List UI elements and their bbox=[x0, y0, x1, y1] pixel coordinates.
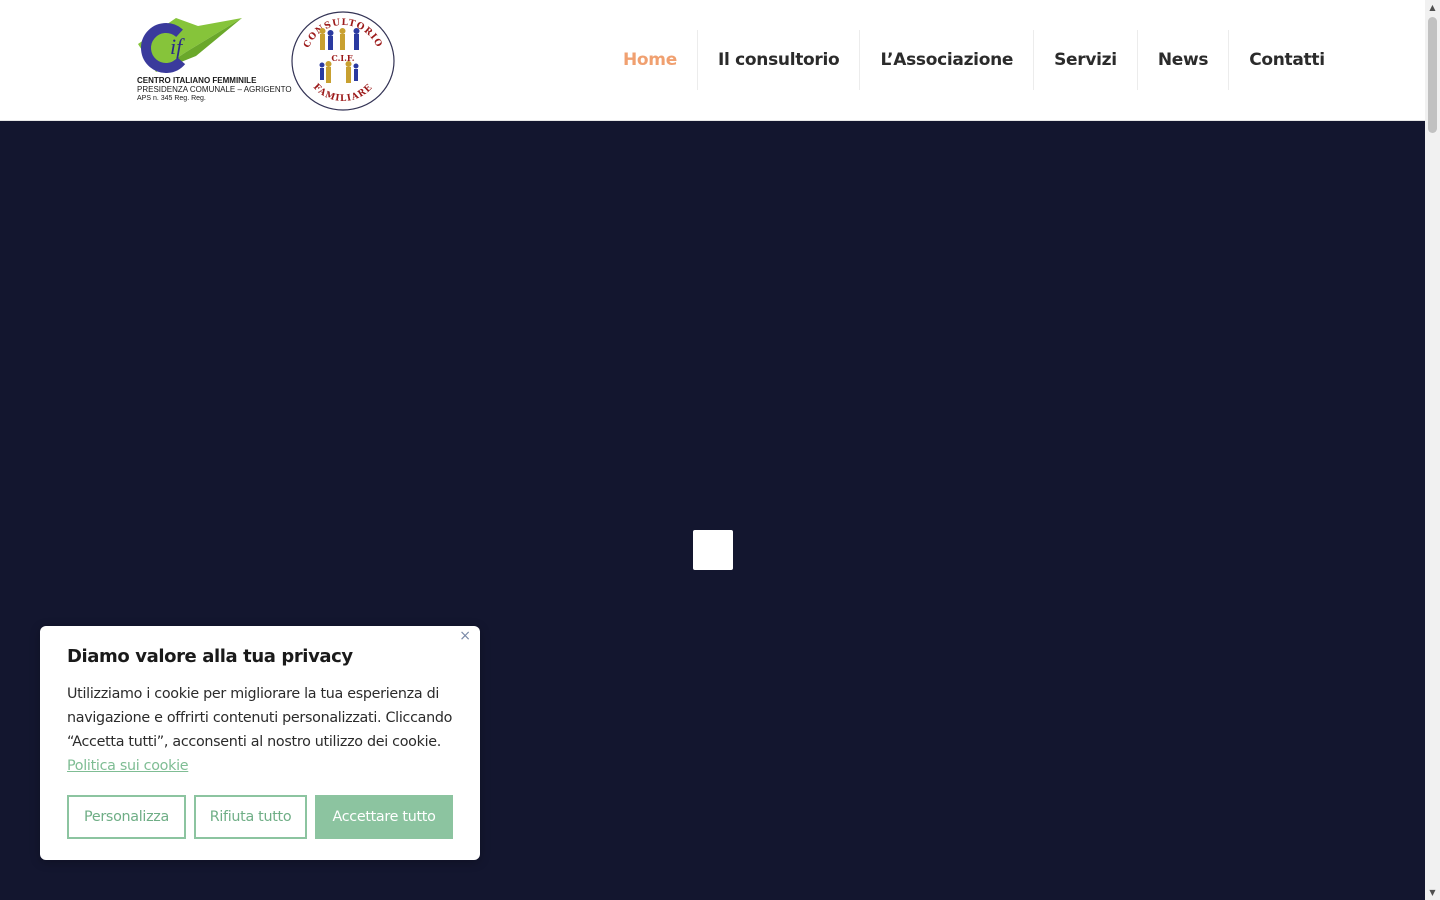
nav-associazione[interactable]: L’Associazione bbox=[860, 30, 1035, 90]
cif-logo-line2: PRESIDENZA COMUNALE – AGRIGENTO bbox=[137, 85, 292, 94]
scroll-down-arrow-icon[interactable]: ▼ bbox=[1425, 885, 1440, 900]
site-header: if CENTRO ITALIANO FEMMINILE PRESIDENZA … bbox=[0, 0, 1425, 121]
cookie-banner-buttons: Personalizza Rifiuta tutto Accettare tut… bbox=[67, 795, 453, 839]
consultorio-middle-text: C.I.F. bbox=[331, 53, 354, 63]
reject-all-button[interactable]: Rifiuta tutto bbox=[194, 795, 307, 839]
page-scrollbar[interactable]: ▲ ▼ bbox=[1425, 0, 1440, 900]
cookie-policy-link[interactable]: Politica sui cookie bbox=[67, 758, 189, 774]
cif-logo-line3: APS n. 345 Reg. Reg. bbox=[137, 95, 206, 102]
scroll-up-arrow-icon[interactable]: ▲ bbox=[1425, 0, 1440, 15]
nav-contatti[interactable]: Contatti bbox=[1229, 30, 1345, 90]
cif-logo-mark-icon: if bbox=[138, 18, 242, 73]
cookie-consent-banner: × Diamo valore alla tua privacy Utilizzi… bbox=[40, 626, 480, 860]
consultorio-seal-icon: CONSULTORIO FAMILIARE C.I.F. bbox=[291, 11, 395, 111]
accept-all-button[interactable]: Accettare tutto bbox=[315, 795, 453, 839]
cif-logo-line1: CENTRO ITALIANO FEMMINILE bbox=[137, 76, 257, 85]
nav-home[interactable]: Home bbox=[603, 30, 698, 90]
scrollbar-thumb[interactable] bbox=[1428, 17, 1437, 133]
cookie-banner-text: Utilizziamo i cookie per migliorare la t… bbox=[67, 682, 459, 778]
nav-il-consultorio[interactable]: Il consultorio bbox=[698, 30, 861, 90]
close-icon[interactable]: × bbox=[459, 628, 471, 644]
nav-servizi[interactable]: Servizi bbox=[1034, 30, 1138, 90]
main-nav: Home Il consultorio L’Associazione Servi… bbox=[603, 30, 1345, 90]
nav-news[interactable]: News bbox=[1138, 30, 1230, 90]
page-loader bbox=[693, 530, 733, 570]
cif-logo[interactable]: if CENTRO ITALIANO FEMMINILE PRESIDENZA … bbox=[136, 16, 296, 106]
customize-button[interactable]: Personalizza bbox=[67, 795, 186, 839]
cookie-banner-body: Utilizziamo i cookie per migliorare la t… bbox=[67, 686, 453, 750]
cookie-banner-title: Diamo valore alla tua privacy bbox=[67, 646, 353, 667]
consultorio-logo[interactable]: CONSULTORIO FAMILIARE C.I.F. bbox=[290, 10, 396, 112]
